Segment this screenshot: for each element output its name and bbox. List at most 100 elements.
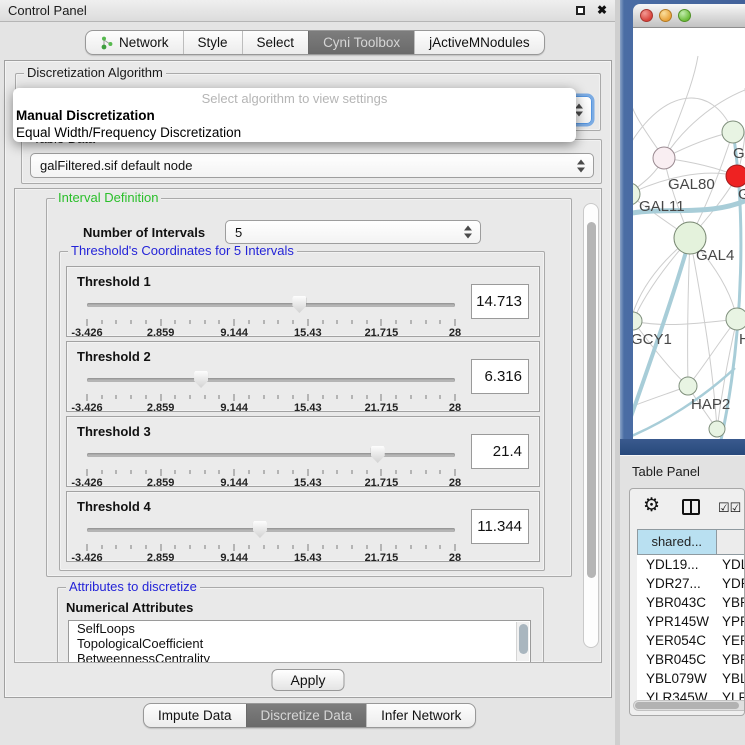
slider-track[interactable] — [87, 303, 455, 307]
stepper-icon — [464, 226, 472, 239]
network-node[interactable] — [709, 421, 725, 437]
tab-infer-network[interactable]: Infer Network — [366, 704, 475, 727]
threshold-slider[interactable]: -3.4262.8599.14415.4321.71528 — [87, 368, 455, 412]
slider-track[interactable] — [87, 378, 455, 382]
gear-icon[interactable]: ⚙ — [643, 495, 660, 517]
minimize-traffic-light-icon[interactable] — [659, 9, 672, 22]
tick-mark — [366, 320, 367, 324]
list-item-betweennesscentrality[interactable]: BetweennessCentrality — [69, 651, 530, 663]
network-node-gcy1[interactable] — [633, 312, 642, 330]
table-row[interactable]: YBR045CYBR0 — [637, 650, 745, 669]
threshold-value-box[interactable]: 14.713 — [471, 284, 529, 319]
slider-handle[interactable] — [292, 296, 306, 313]
list-item-topologicalcoefficient[interactable]: TopologicalCoefficient — [69, 636, 530, 651]
tick-label: -3.426 — [71, 402, 102, 414]
tick-label: 28 — [449, 477, 461, 489]
table-row[interactable]: YBR043CYBR0 — [637, 593, 745, 612]
select-columns-checkboxes-icon[interactable]: ☑☑ — [718, 500, 741, 516]
tick-mark — [234, 544, 235, 551]
tick-mark — [307, 394, 308, 401]
tab-network[interactable]: Network — [86, 31, 183, 54]
zoom-traffic-light-icon[interactable] — [678, 9, 691, 22]
tick-mark — [337, 545, 338, 549]
threshold-value-box[interactable]: 11.344 — [471, 509, 529, 544]
threshold-slider[interactable]: -3.4262.8599.14415.4321.71528 — [87, 518, 455, 562]
tab-jactivemnodules[interactable]: jActiveMNodules — [414, 31, 544, 54]
close-icon[interactable]: ✖ — [597, 3, 607, 17]
table-cell: YBL079W — [637, 669, 716, 688]
threshold-slider[interactable]: -3.4262.8599.14415.4321.71528 — [87, 443, 455, 487]
tick-mark — [101, 545, 102, 549]
tick-mark — [366, 470, 367, 474]
slider-handle[interactable] — [253, 521, 267, 538]
threshold-value-box[interactable]: 21.4 — [471, 434, 529, 469]
tick-mark — [293, 545, 294, 549]
scrollbar-thumb[interactable] — [587, 222, 596, 578]
table-row[interactable]: YDR27...YDR2 — [637, 574, 745, 593]
table-cell: YER054C — [637, 631, 716, 650]
tick-mark — [234, 319, 235, 326]
tick-mark — [145, 545, 146, 549]
column-header-1[interactable]: shared... — [638, 530, 717, 554]
tick-label: 2.859 — [147, 552, 175, 564]
tick-mark — [131, 395, 132, 399]
interval-definition-section: Interval Definition Number of Intervals … — [46, 198, 572, 577]
table-row[interactable]: YER054CYER0 — [637, 631, 745, 650]
tick-label: 2.859 — [147, 327, 175, 339]
tick-mark — [381, 319, 382, 326]
threshold-value-box[interactable]: 6.316 — [471, 359, 529, 394]
tab-cyni-toolbox[interactable]: Cyni Toolbox — [308, 31, 414, 54]
tick-mark — [145, 320, 146, 324]
tab-discretize-data[interactable]: Discretize Data — [246, 704, 367, 727]
numerical-attributes-list[interactable]: SelfLoopsTopologicalCoefficientBetweenne… — [68, 620, 531, 663]
network-node-gal80[interactable] — [653, 147, 675, 169]
slider-track[interactable] — [87, 528, 455, 532]
network-node-gal8[interactable] — [722, 121, 744, 143]
threshold-label: Threshold 3 — [77, 424, 151, 439]
tab-select[interactable]: Select — [242, 31, 309, 54]
tick-mark — [175, 545, 176, 549]
table-cell: YDR2 — [716, 574, 745, 593]
num-intervals-value: 5 — [235, 225, 242, 240]
table-horizontal-scrollbar[interactable] — [633, 700, 745, 711]
slider-handle[interactable] — [194, 371, 208, 388]
tick-mark — [337, 320, 338, 324]
table-row[interactable]: YBL079WYBL0 — [637, 669, 745, 688]
column-layout-icon[interactable] — [682, 499, 700, 515]
popup-option-manual[interactable]: Manual Discretization — [13, 107, 576, 124]
threshold-slider[interactable]: -3.4262.8599.14415.4321.71528 — [87, 293, 455, 337]
table-row[interactable]: YDL19...YDL1 — [637, 555, 745, 574]
column-header-2[interactable]: na — [717, 530, 745, 554]
settings-vertical-scrollbar[interactable] — [583, 203, 599, 648]
scrollbar-thumb[interactable] — [635, 702, 739, 709]
table-row[interactable]: YPR145WYPR1 — [637, 612, 745, 631]
float-window-icon[interactable] — [576, 6, 585, 15]
apply-button[interactable]: Apply — [271, 669, 344, 691]
slider-track[interactable] — [87, 453, 455, 457]
settings-scroll-area: Interval Definition Number of Intervals … — [14, 188, 602, 663]
network-window-titlebar[interactable] — [633, 4, 745, 28]
network-node-g[interactable] — [726, 165, 745, 187]
tick-label: 9.144 — [220, 327, 248, 339]
tick-mark — [396, 320, 397, 324]
network-canvas[interactable]: GAL80GAL8GGAL11GAL4GCY1HHAP2 — [633, 28, 745, 440]
popup-placeholder: Select algorithm to view settings — [13, 90, 576, 107]
attributes-section: Attributes to discretize Numerical Attri… — [57, 587, 544, 663]
slider-handle[interactable] — [371, 446, 385, 463]
network-node-hap2[interactable] — [679, 377, 697, 395]
list-item-selfloops[interactable]: SelfLoops — [69, 621, 530, 636]
table-data-section: Table Data galFiltered.sif default node — [21, 139, 602, 184]
tab-style[interactable]: Style — [183, 31, 242, 54]
table-data-combobox[interactable]: galFiltered.sif default node — [30, 153, 594, 178]
num-intervals-combobox[interactable]: 5 — [225, 220, 481, 244]
network-node-h[interactable] — [726, 308, 745, 330]
tick-mark — [190, 395, 191, 399]
scrollbar-thumb[interactable] — [519, 624, 528, 654]
stepper-icon — [577, 159, 585, 172]
tick-mark — [87, 394, 88, 401]
attributes-list-scrollbar[interactable] — [516, 622, 529, 661]
popup-option-equal-width[interactable]: Equal Width/Frequency Discretization — [13, 124, 576, 141]
close-traffic-light-icon[interactable] — [640, 9, 653, 22]
tab-impute-data[interactable]: Impute Data — [144, 704, 246, 727]
tab-label: Style — [198, 35, 228, 50]
